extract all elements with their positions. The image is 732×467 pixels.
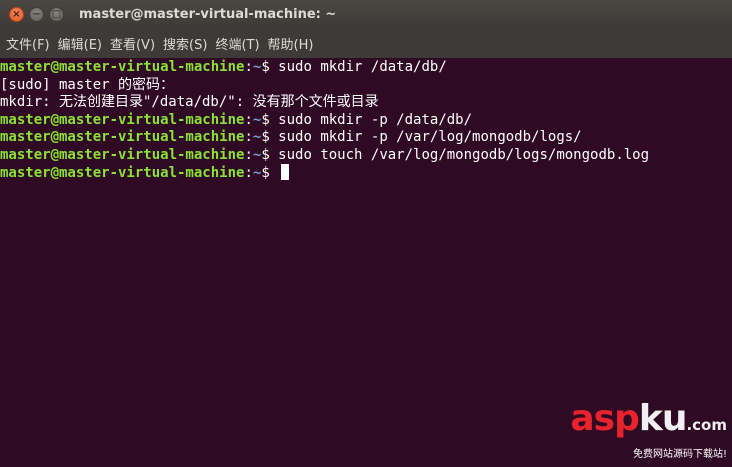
terminal-line: master@master-virtual-machine:~$ sudo mk… [0,112,732,130]
title-bar[interactable]: × − □ master@master-virtual-machine: ~ [0,0,732,29]
prompt-symbol: $ [261,111,279,128]
prompt-separator: : [244,59,253,75]
command-text: sudo mkdir -p /var/log/mongodb/logs/ [278,129,582,145]
menu-bar: 文件(F) 编辑(E) 查看(V) 搜索(S) 终端(T) 帮助(H) [0,29,732,58]
prompt-separator: : [244,165,253,181]
prompt-symbol: $ [261,165,279,181]
close-icon: × [12,8,21,20]
watermark-domain: .com [686,416,727,434]
menu-edit[interactable]: 编辑(E) [55,34,107,53]
watermark-logo: aspku.com [570,401,727,443]
terminal-line: mkdir: 无法创建目录"/data/db/": 没有那个文件或目录 [0,94,732,112]
maximize-window-button[interactable]: □ [49,7,64,22]
watermark-brand-white: ku [638,398,688,439]
terminal-line: master@master-virtual-machine:~$ sudo to… [0,147,732,165]
prompt-symbol: $ [261,129,279,145]
close-window-button[interactable]: × [9,7,24,22]
command-text: sudo mkdir -p /data/db/ [278,111,473,128]
prompt-user: master@master-virtual-machine [0,59,245,75]
prompt-separator: : [244,111,253,128]
prompt-user: master@master-virtual-machine [0,111,245,128]
terminal-line: master@master-virtual-machine:~$ sudo mk… [0,129,732,147]
prompt-symbol: $ [261,59,279,75]
prompt-user: master@master-virtual-machine [0,146,245,163]
minimize-window-button[interactable]: − [29,7,44,22]
command-text: sudo mkdir /data/db/ [278,59,447,75]
menu-search[interactable]: 搜索(S) [160,34,212,53]
watermark-tagline: 免费网站源码下载站! [632,449,727,460]
output-text: [sudo] master 的密码： [0,76,175,93]
terminal-window: × − □ master@master-virtual-machine: ~ 文… [0,0,732,467]
prompt-user: master@master-virtual-machine [0,129,245,145]
command-text: sudo touch /var/log/mongodb/logs/mongodb… [278,146,650,163]
menu-file[interactable]: 文件(F) [3,34,55,53]
terminal-line: master@master-virtual-machine:~$ sudo mk… [0,59,732,77]
output-text: mkdir: 无法创建目录"/data/db/": 没有那个文件或目录 [0,94,379,110]
menu-terminal[interactable]: 终端(T) [212,34,264,53]
prompt-separator: : [244,129,253,145]
prompt-separator: : [244,146,253,163]
prompt-symbol: $ [261,146,279,163]
text-cursor [281,164,290,180]
terminal-line: [sudo] master 的密码： [0,77,732,95]
window-title: master@master-virtual-machine: ~ [79,7,337,22]
menu-view[interactable]: 查看(V) [107,34,160,53]
maximize-icon: □ [51,8,62,20]
watermark-brand-red: asp [570,398,639,439]
prompt-user: master@master-virtual-machine [0,165,245,181]
terminal-line: master@master-virtual-machine:~$ [0,164,732,182]
menu-help[interactable]: 帮助(H) [265,34,319,53]
site-watermark: aspku.com 免费网站源码下载站! [570,401,727,462]
minimize-icon: − [32,8,41,20]
